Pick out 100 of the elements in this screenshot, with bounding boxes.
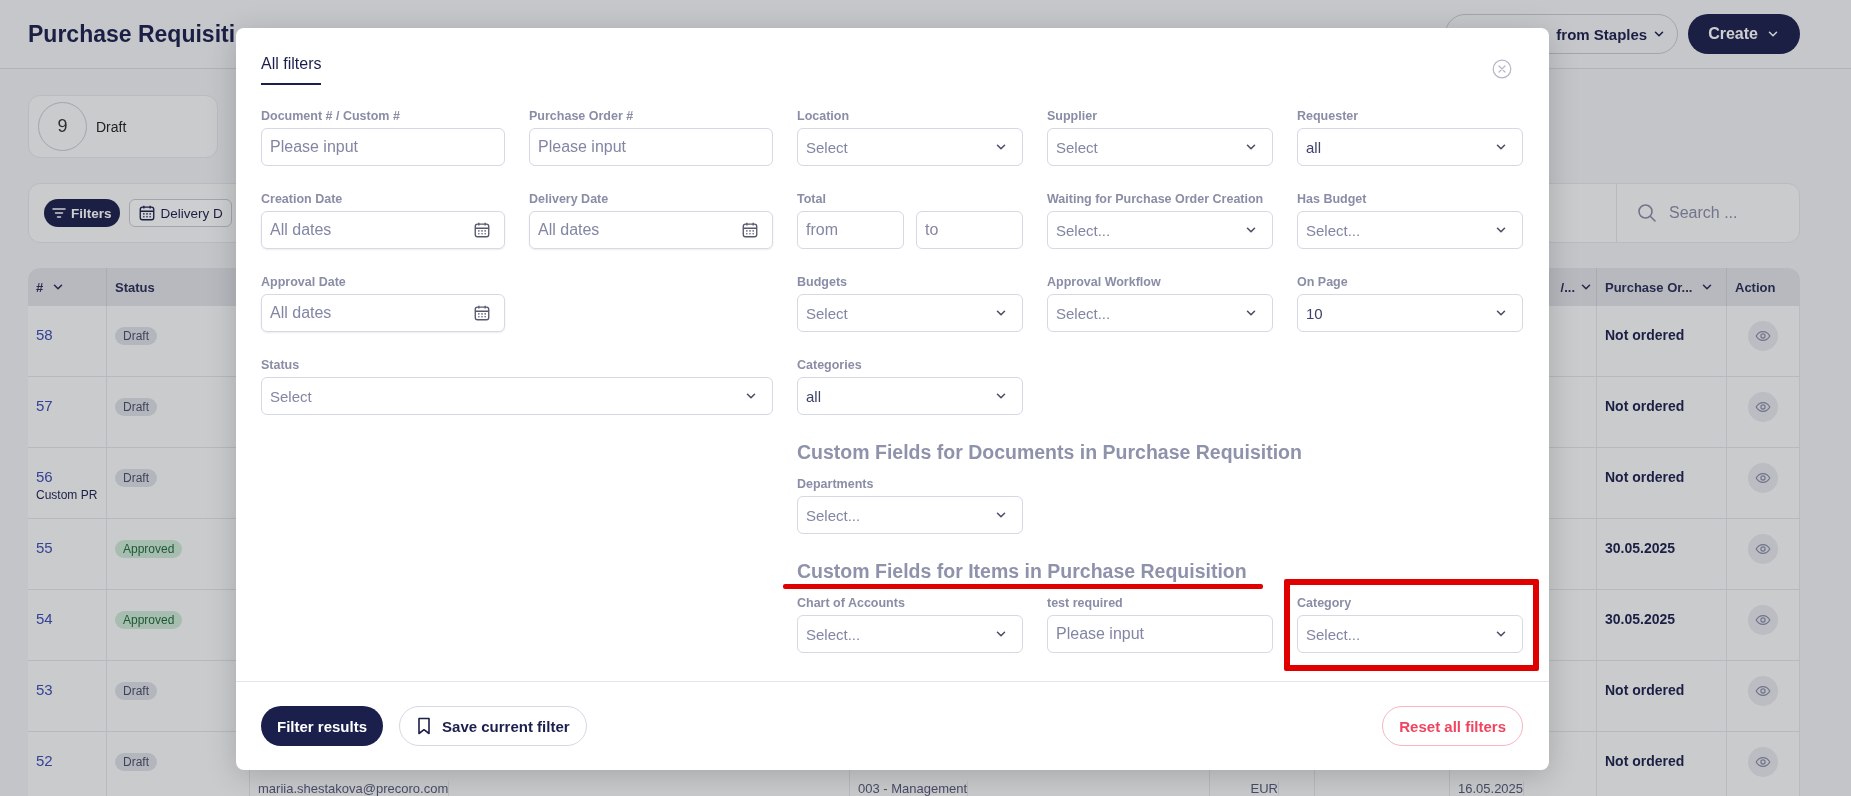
field-label: Departments: [797, 476, 875, 492]
row-number-link[interactable]: 58: [36, 326, 98, 343]
field-label: Supplier: [1047, 108, 1098, 124]
field-label: Categories: [797, 357, 863, 373]
select-dropdown[interactable]: Select...: [1297, 211, 1523, 249]
select-dropdown[interactable]: Select...: [1047, 294, 1273, 332]
select-dropdown[interactable]: Select: [1047, 128, 1273, 166]
select-dropdown[interactable]: Select: [797, 294, 1023, 332]
filters-button[interactable]: Filters: [44, 199, 120, 227]
calendar-icon: [137, 204, 156, 222]
column-header[interactable]: /...: [1560, 279, 1593, 295]
date-field[interactable]: All dates: [261, 294, 505, 332]
row-number-link[interactable]: 53: [36, 681, 98, 698]
order-status: Not ordered: [1605, 753, 1685, 769]
select-dropdown[interactable]: Select...: [1297, 615, 1523, 653]
table-cell: 16.05.2025: [1458, 781, 1525, 796]
eye-icon: [1755, 399, 1771, 415]
eye-icon: [1755, 328, 1771, 344]
search-icon: [1637, 203, 1657, 223]
row-number-link[interactable]: 57: [36, 397, 98, 414]
order-status: Not ordered: [1605, 469, 1685, 485]
calendar-icon: [741, 221, 759, 239]
table-cell: mariia.shestakova@precoro.com: [258, 781, 450, 796]
order-status: 30.05.2025: [1605, 540, 1676, 556]
column-header: Status: [115, 279, 155, 295]
status-card[interactable]: 9 Draft: [28, 95, 218, 158]
row-number-link[interactable]: 56: [36, 468, 98, 485]
select-dropdown[interactable]: Select...: [797, 615, 1023, 653]
eye-icon: [1755, 470, 1771, 486]
status-badge: Approved: [115, 540, 183, 558]
date-filter-button[interactable]: Delivery D: [128, 199, 232, 227]
select-dropdown[interactable]: 10: [1297, 294, 1523, 332]
select-dropdown[interactable]: Select: [797, 128, 1023, 166]
column-header[interactable]: #: [36, 279, 66, 295]
create-button[interactable]: Create: [1688, 14, 1800, 54]
field-label: test required: [1047, 595, 1124, 611]
order-status: Not ordered: [1605, 682, 1685, 698]
number-input[interactable]: to: [916, 211, 1023, 249]
status-badge: Draft: [115, 327, 157, 345]
table-cell: EUR: [1218, 781, 1279, 796]
tab[interactable]: All filters: [261, 46, 322, 85]
field-label: Waiting for Purchase Order Creation: [1047, 191, 1265, 207]
search-field[interactable]: Search ...: [1669, 204, 1779, 222]
view-button[interactable]: [1748, 747, 1778, 777]
field-label: On Page: [1297, 274, 1349, 290]
select-dropdown[interactable]: Select: [261, 377, 773, 415]
select-dropdown[interactable]: Select...: [797, 496, 1023, 534]
field-label: Has Budget: [1297, 191, 1368, 207]
view-button[interactable]: [1748, 534, 1778, 564]
field-label: Chart of Accounts: [797, 595, 906, 611]
close-button[interactable]: [1492, 59, 1512, 79]
date-field[interactable]: All dates: [261, 211, 505, 249]
view-button[interactable]: [1748, 605, 1778, 635]
text-input[interactable]: Please input: [261, 128, 505, 166]
calendar-icon: [473, 221, 491, 239]
field-label: Location: [797, 108, 851, 124]
select-dropdown[interactable]: Select...: [1047, 211, 1273, 249]
column-header: Action: [1735, 279, 1776, 295]
save-filter-button[interactable]: Save current filter: [399, 706, 587, 746]
text-input[interactable]: Please input: [529, 128, 773, 166]
field-label: Status: [261, 357, 301, 373]
status-label: Draft: [96, 118, 127, 135]
calendar-icon: [473, 304, 491, 322]
row-number-link[interactable]: 52: [36, 752, 98, 769]
field-label: Category: [1297, 595, 1353, 611]
section-heading: Custom Fields for Items in Purchase Requisition: [797, 560, 1247, 582]
view-button[interactable]: [1748, 676, 1778, 706]
order-status: Not ordered: [1605, 327, 1685, 343]
field-label: Delivery Date: [529, 191, 610, 207]
field-label: Creation Date: [261, 191, 344, 207]
number-input[interactable]: from: [797, 211, 904, 249]
section-heading: Custom Fields for Documents in Purchase Requisition: [797, 441, 1302, 463]
view-button[interactable]: [1748, 463, 1778, 493]
field-label: Budgets: [797, 274, 848, 290]
eye-icon: [1755, 541, 1771, 557]
date-field[interactable]: All dates: [529, 211, 773, 249]
order-status: Not ordered: [1605, 398, 1685, 414]
close-icon: [1492, 59, 1512, 79]
view-button[interactable]: [1748, 392, 1778, 422]
order-status: 30.05.2025: [1605, 611, 1676, 627]
row-note: Custom PR: [36, 488, 98, 502]
table-cell: 003 - Management: [858, 781, 969, 796]
row-number-link[interactable]: 55: [36, 539, 98, 556]
bookmark-icon: [416, 717, 433, 735]
view-button[interactable]: [1748, 321, 1778, 351]
field-label: Approval Workflow: [1047, 274, 1162, 290]
status-badge: Approved: [115, 611, 183, 629]
select-dropdown[interactable]: all: [797, 377, 1023, 415]
field-label: Approval Date: [261, 274, 347, 290]
status-badge: Draft: [115, 469, 157, 487]
row-number-link[interactable]: 54: [36, 610, 98, 627]
select-dropdown[interactable]: all: [1297, 128, 1523, 166]
reset-filters-button[interactable]: Reset all filters: [1382, 706, 1523, 746]
field-label: Total: [797, 191, 827, 207]
text-input[interactable]: Please input: [1047, 615, 1273, 653]
field-label: Requester: [1297, 108, 1360, 124]
filter-results-button[interactable]: Filter results: [261, 706, 384, 746]
page-title: Purchase Requisiti: [28, 20, 236, 48]
column-header[interactable]: Purchase Or...: [1605, 279, 1715, 295]
field-label: Document # / Custom #: [261, 108, 401, 124]
